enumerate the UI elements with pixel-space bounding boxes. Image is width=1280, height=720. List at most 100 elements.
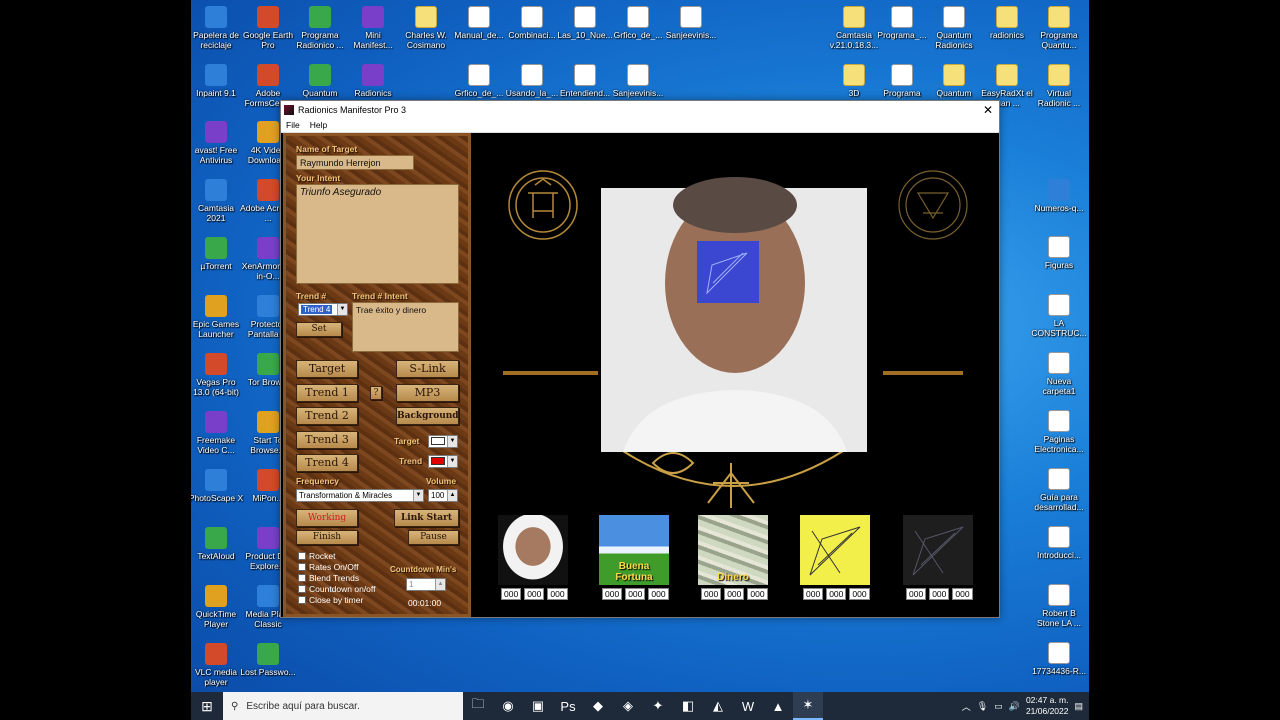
desktop-icon-left-4[interactable]: Charles W. Cosimano: [398, 2, 454, 50]
thumbnail-2[interactable]: Buena Fortuna: [599, 515, 669, 585]
countdown-checkbox[interactable]: Countdown on/off: [298, 584, 375, 594]
menu-file[interactable]: File: [286, 120, 300, 130]
thumbnail-1[interactable]: [498, 515, 568, 585]
desktop-icon-right-15[interactable]: Guía para desarrollad...: [1031, 464, 1087, 512]
desktop-icon-right-16[interactable]: Introducci...: [1031, 522, 1087, 560]
desktop-icon-left-37[interactable]: Lost Passwo...: [240, 639, 296, 677]
blend-trends-checkbox[interactable]: Blend Trends: [298, 573, 359, 583]
desktop-icon-left-9[interactable]: Sanjeevinis...: [663, 2, 719, 40]
app-icon[interactable]: ✦: [643, 692, 673, 720]
photoshop-icon[interactable]: Ps: [553, 692, 583, 720]
desktop-icon-right-10[interactable]: Numeros-q...: [1031, 175, 1087, 213]
intent-textarea[interactable]: Triunfo Asegurado: [296, 184, 459, 284]
trend-intent-textarea[interactable]: Trae éxito y dinero: [352, 302, 459, 352]
desktop-icon-right-4[interactable]: Programa Quantu...: [1031, 2, 1087, 50]
trend-select[interactable]: Trend 4 ▼: [298, 303, 348, 316]
thumbnail-4[interactable]: [800, 515, 870, 585]
desktop-icon-left-16[interactable]: Entendiend...: [557, 60, 613, 98]
desktop-icon-left-0[interactable]: Papelera de reciclaje: [191, 2, 244, 50]
desktop-icon-right-12[interactable]: LA CONSTRUC...: [1031, 290, 1087, 338]
visual-studio-icon[interactable]: ◭: [703, 692, 733, 720]
desktop-icon-right-17[interactable]: Robert B Stone LA ...: [1031, 580, 1087, 628]
desktop-icon-left-14[interactable]: Grfico_de_...: [451, 60, 507, 98]
desktop-icon-left-8[interactable]: Grfico_de_...: [610, 2, 666, 40]
app-icon[interactable]: ◈: [613, 692, 643, 720]
desktop-icon-left-26[interactable]: Vegas Pro 13.0 (64-bit): [191, 349, 244, 397]
desktop-icon-right-14[interactable]: Paginas Electronica...: [1031, 406, 1087, 454]
desktop-icon-left-17[interactable]: Sanjeevinis...: [610, 60, 666, 98]
desktop-icon-right-11[interactable]: Figuras: [1031, 232, 1087, 270]
desktop-icon-left-2[interactable]: Programa Radionico ...: [292, 2, 348, 50]
desktop-icon-left-3[interactable]: Mini Manifest...: [345, 2, 401, 50]
close-by-timer-checkbox[interactable]: Close by timer: [298, 595, 363, 605]
desktop-icon-left-5[interactable]: Manual_de...: [451, 2, 507, 40]
desktop-icon-right-9[interactable]: Virtual Radionic ...: [1031, 60, 1087, 108]
pause-button[interactable]: Pause: [408, 530, 459, 545]
search-box[interactable]: ⚲ Escribe aquí para buscar.: [223, 692, 463, 720]
set-button[interactable]: Set: [296, 322, 342, 337]
desktop-icon-left-1[interactable]: Google Earth Pro: [240, 2, 296, 50]
thumbnail-3[interactable]: Dinero: [698, 515, 768, 585]
target-color-picker[interactable]: ▼: [428, 435, 458, 448]
desktop-icon-right-18[interactable]: 17734436-R...: [1031, 638, 1087, 676]
volume-stepper[interactable]: 100 ▲: [428, 489, 458, 502]
trend-1-button[interactable]: Trend 1: [296, 384, 358, 402]
trend-2-button[interactable]: Trend 2: [296, 407, 358, 425]
target-button[interactable]: Target: [296, 360, 358, 378]
app-icon[interactable]: ◆: [583, 692, 613, 720]
desktop-icon-left-24[interactable]: Epic Games Launcher: [191, 291, 244, 339]
working-button[interactable]: Working: [296, 509, 358, 527]
camtasia-icon[interactable]: ◧: [673, 692, 703, 720]
trend-4-button[interactable]: Trend 4: [296, 454, 358, 472]
desktop-icon-left-36[interactable]: VLC media player: [191, 639, 244, 687]
clock[interactable]: 02:47 a. m. 21/06/2022: [1026, 695, 1069, 717]
title-bar[interactable]: Radionics Manifestor Pro 3 ✕: [281, 101, 999, 118]
desktop-icon-left-22[interactable]: µTorrent: [191, 233, 244, 271]
background-button[interactable]: Background: [396, 407, 459, 425]
desktop-icon-left-32[interactable]: TextAloud: [191, 523, 244, 561]
radionics-taskbar-icon[interactable]: ✶: [793, 692, 823, 720]
desktop-icon-left-10[interactable]: Inpaint 9.1: [191, 60, 244, 98]
link-start-button[interactable]: Link Start: [394, 509, 459, 527]
countdown-stepper[interactable]: 1 ▲: [406, 578, 446, 591]
notifications-icon[interactable]: ▤: [1074, 701, 1083, 712]
vlc-icon[interactable]: ▲: [763, 692, 793, 720]
chrome-icon[interactable]: ◉: [493, 692, 523, 720]
volume-icon[interactable]: 🔊: [1009, 701, 1020, 712]
name-of-target-input[interactable]: Raymundo Herrejon: [296, 155, 414, 170]
finish-button[interactable]: Finish: [296, 530, 358, 545]
help-question-button[interactable]: ?: [370, 386, 382, 400]
desktop-icon-left-18[interactable]: avast! Free Antivirus: [191, 117, 244, 165]
s-link-button[interactable]: S-Link: [396, 360, 459, 378]
word-icon[interactable]: W: [733, 692, 763, 720]
desktop-icon-left-30[interactable]: PhotoScape X: [191, 465, 244, 503]
network-icon[interactable]: ▭: [994, 701, 1003, 712]
desktop-icon-right-2[interactable]: Quantum Radionics: [926, 2, 982, 50]
frequency-select[interactable]: Transformation & Miracles ▼: [296, 489, 424, 502]
trend-3-button[interactable]: Trend 3: [296, 431, 358, 449]
thumbnail-5[interactable]: [903, 515, 973, 585]
desktop-icon-left-13[interactable]: Radionics: [345, 60, 401, 98]
start-button[interactable]: ⊞: [191, 692, 223, 720]
chevron-up-icon[interactable]: ︿: [962, 700, 971, 713]
desktop-icon-left-34[interactable]: QuickTime Player: [191, 581, 244, 629]
desktop-icon-right-7[interactable]: Quantum: [926, 60, 982, 98]
app-icon[interactable]: ▣: [523, 692, 553, 720]
mp3-button[interactable]: MP3: [396, 384, 459, 402]
desktop-icon-left-20[interactable]: Camtasia 2021: [191, 175, 244, 223]
desktop-icon-right-6[interactable]: Programa: [874, 60, 930, 98]
desktop-icon-left-28[interactable]: Freemake Video C...: [191, 407, 244, 455]
desktop-icon-right-1[interactable]: Programa_...: [874, 2, 930, 40]
trend-color-picker[interactable]: ▼: [428, 455, 458, 468]
microphone-icon[interactable]: 🎙: [977, 701, 988, 712]
desktop-icon-left-6[interactable]: Combinaci...: [504, 2, 560, 40]
file-explorer-icon[interactable]: 🗀: [463, 692, 493, 720]
desktop-icon-left-15[interactable]: Usando_la_...: [504, 60, 560, 98]
desktop-icon-right-13[interactable]: Nueva carpeta1: [1031, 348, 1087, 396]
rates-checkbox[interactable]: Rates On/Off: [298, 562, 358, 572]
close-button[interactable]: ✕: [977, 103, 999, 117]
rocket-checkbox[interactable]: Rocket: [298, 551, 335, 561]
menu-help[interactable]: Help: [310, 120, 327, 130]
desktop-icon-left-7[interactable]: Las_10_Nue...: [557, 2, 613, 40]
desktop-icon-left-12[interactable]: Quantum: [292, 60, 348, 98]
